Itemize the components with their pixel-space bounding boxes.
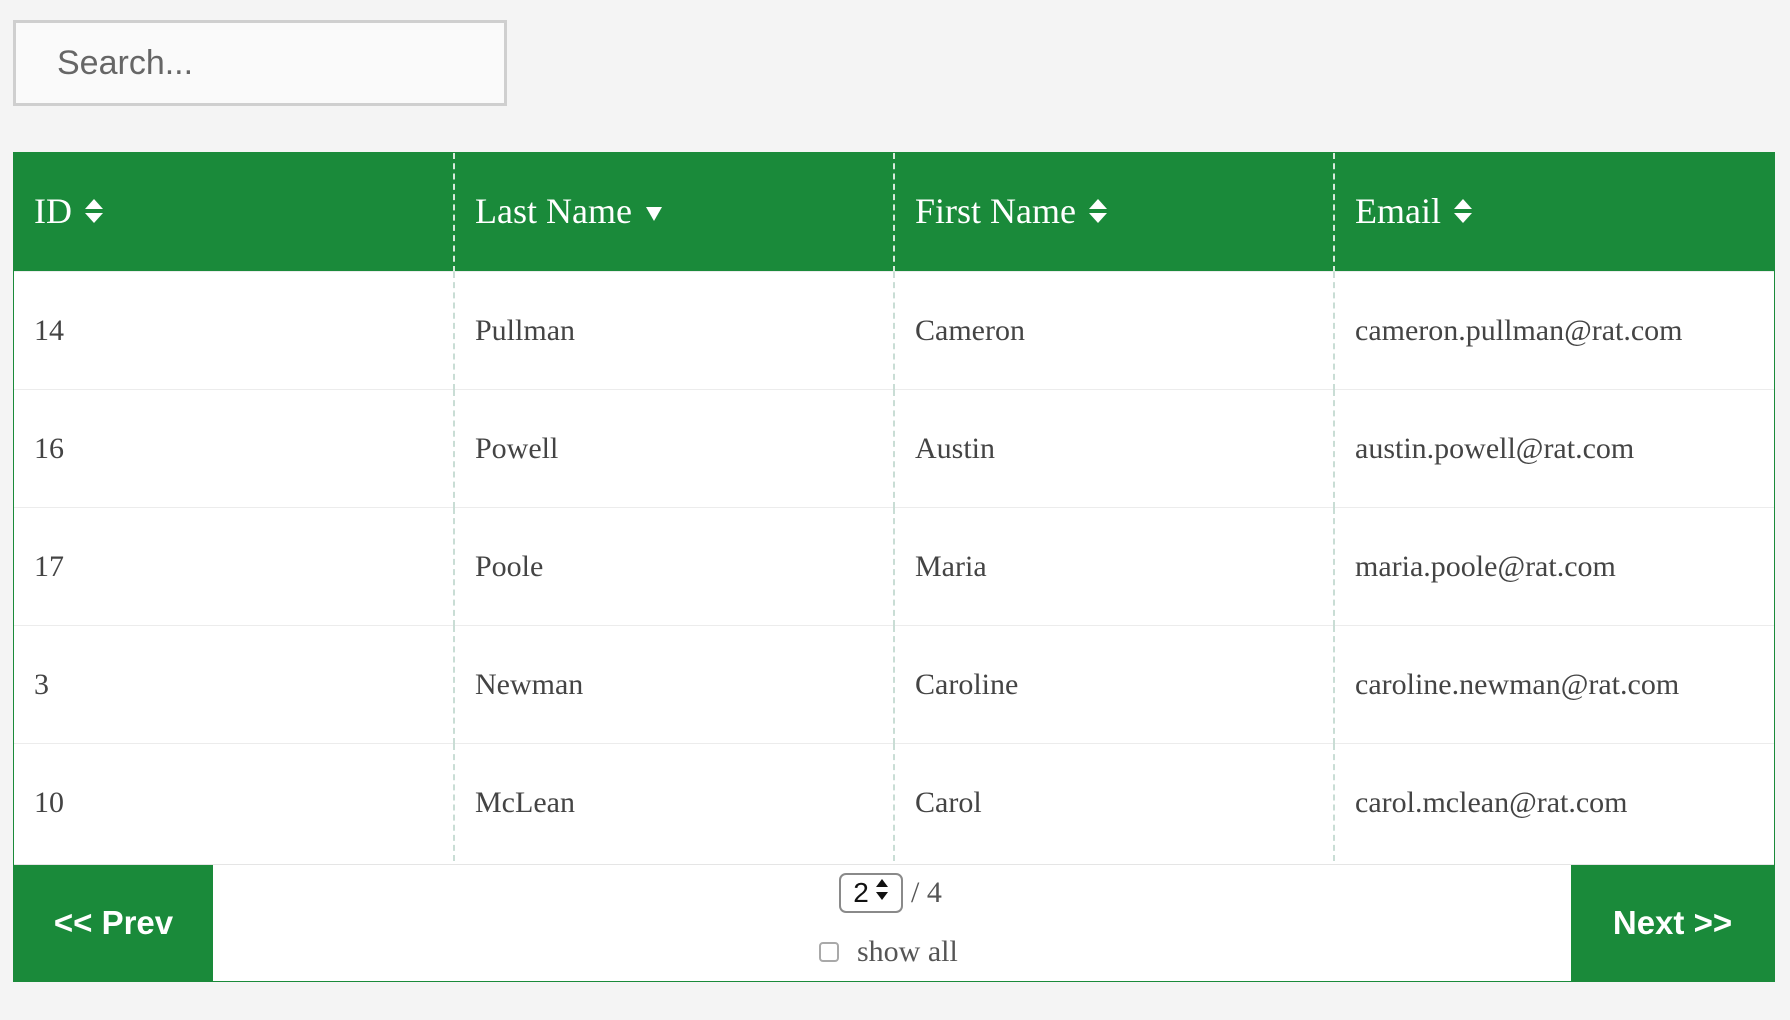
- current-page-value: 2: [853, 877, 869, 908]
- table-header-row: ID Last Name First Name Email: [14, 153, 1774, 272]
- cell-email: austin.powell@rat.com: [1333, 389, 1774, 508]
- search-box[interactable]: [13, 20, 507, 106]
- sort-both-icon[interactable]: [84, 192, 104, 234]
- show-all-label: show all: [857, 935, 958, 968]
- search-input[interactable]: [16, 23, 504, 103]
- table-row: 3 Newman Caroline caroline.newman@rat.co…: [14, 625, 1774, 744]
- cell-first-name: Austin: [893, 389, 1334, 508]
- cell-id: 17: [14, 507, 454, 626]
- cell-email: caroline.newman@rat.com: [1333, 625, 1774, 744]
- cell-last-name: McLean: [453, 743, 894, 861]
- next-page-button[interactable]: Next >>: [1571, 865, 1774, 981]
- cell-id: 16: [14, 389, 454, 508]
- cell-first-name: Maria: [893, 507, 1334, 626]
- stepper-arrows-icon[interactable]: [875, 877, 889, 910]
- cell-id: 14: [14, 271, 454, 390]
- cell-id: 10: [14, 743, 454, 861]
- column-header-last-name[interactable]: Last Name: [453, 153, 894, 272]
- column-label: ID: [34, 191, 72, 232]
- column-header-email[interactable]: Email: [1333, 153, 1774, 272]
- table-row: 14 Pullman Cameron cameron.pullman@rat.c…: [14, 271, 1774, 390]
- column-header-first-name[interactable]: First Name: [893, 153, 1334, 272]
- page-selector: 2 / 4: [839, 873, 942, 913]
- show-all-checkbox[interactable]: [819, 942, 839, 962]
- page-number-stepper[interactable]: 2: [839, 873, 903, 913]
- cell-first-name: Cameron: [893, 271, 1334, 390]
- cell-first-name: Carol: [893, 743, 1334, 861]
- data-table-container: ID Last Name First Name Email 14 Pullman…: [13, 152, 1775, 982]
- column-header-id[interactable]: ID: [14, 153, 454, 272]
- table-row: 10 McLean Carol carol.mclean@rat.com: [14, 743, 1774, 861]
- show-all-toggle[interactable]: show all: [819, 935, 958, 969]
- column-label: First Name: [915, 191, 1076, 232]
- table-row: 17 Poole Maria maria.poole@rat.com: [14, 507, 1774, 626]
- sort-both-icon[interactable]: [1088, 192, 1108, 234]
- cell-email: maria.poole@rat.com: [1333, 507, 1774, 626]
- table-row: 16 Powell Austin austin.powell@rat.com: [14, 389, 1774, 508]
- cell-email: cameron.pullman@rat.com: [1333, 271, 1774, 390]
- prev-page-button[interactable]: << Prev: [14, 865, 213, 981]
- sort-both-icon[interactable]: [1453, 192, 1473, 234]
- column-label: Last Name: [475, 191, 632, 232]
- cell-last-name: Poole: [453, 507, 894, 626]
- cell-last-name: Newman: [453, 625, 894, 744]
- sort-desc-icon[interactable]: [644, 192, 664, 234]
- column-label: Email: [1355, 191, 1441, 232]
- cell-last-name: Powell: [453, 389, 894, 508]
- cell-first-name: Caroline: [893, 625, 1334, 744]
- cell-email: carol.mclean@rat.com: [1333, 743, 1774, 861]
- total-pages-label: / 4: [911, 876, 942, 909]
- cell-id: 3: [14, 625, 454, 744]
- data-table: ID Last Name First Name Email 14 Pullman…: [14, 153, 1774, 861]
- cell-last-name: Pullman: [453, 271, 894, 390]
- pagination-bar: << Prev 2 / 4 show all Next >>: [14, 864, 1774, 981]
